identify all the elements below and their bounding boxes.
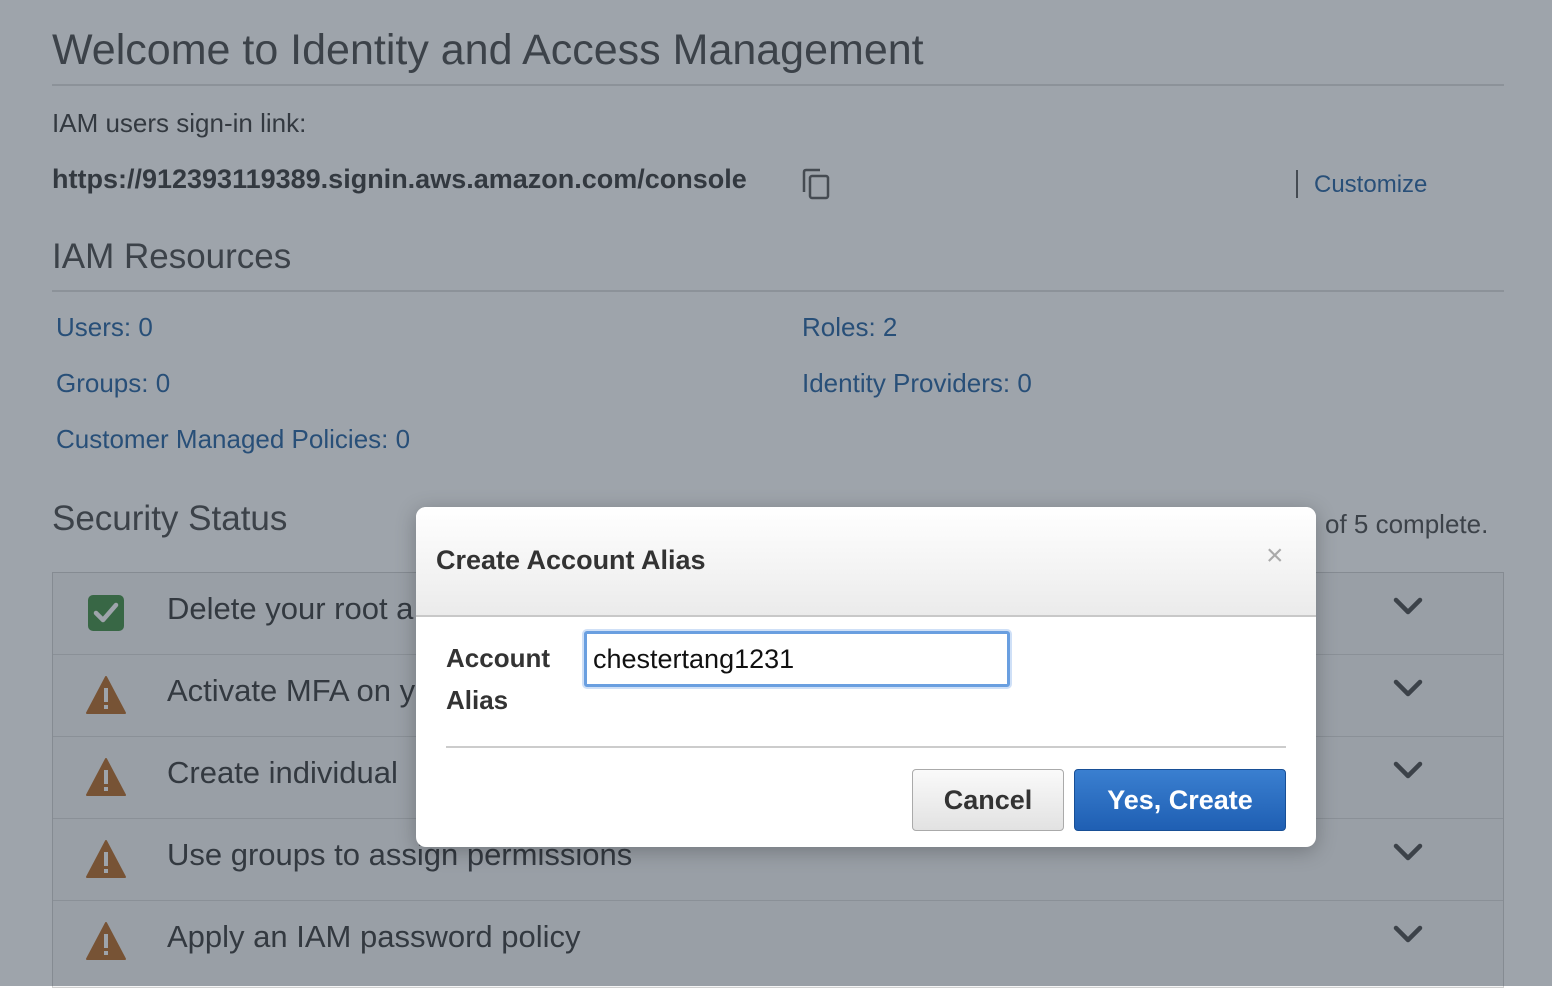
account-alias-input[interactable] [584,631,1010,687]
dialog-divider [446,746,1286,748]
dialog-title: Create Account Alias [436,545,706,575]
cancel-button[interactable]: Cancel [912,769,1064,831]
account-alias-label: Account Alias [446,643,550,715]
dialog-header: Create Account Alias × [416,507,1316,617]
close-icon[interactable]: × [1266,541,1284,571]
create-account-alias-dialog: Create Account Alias × Account Alias Can… [416,507,1316,847]
yes-create-button[interactable]: Yes, Create [1074,769,1286,831]
